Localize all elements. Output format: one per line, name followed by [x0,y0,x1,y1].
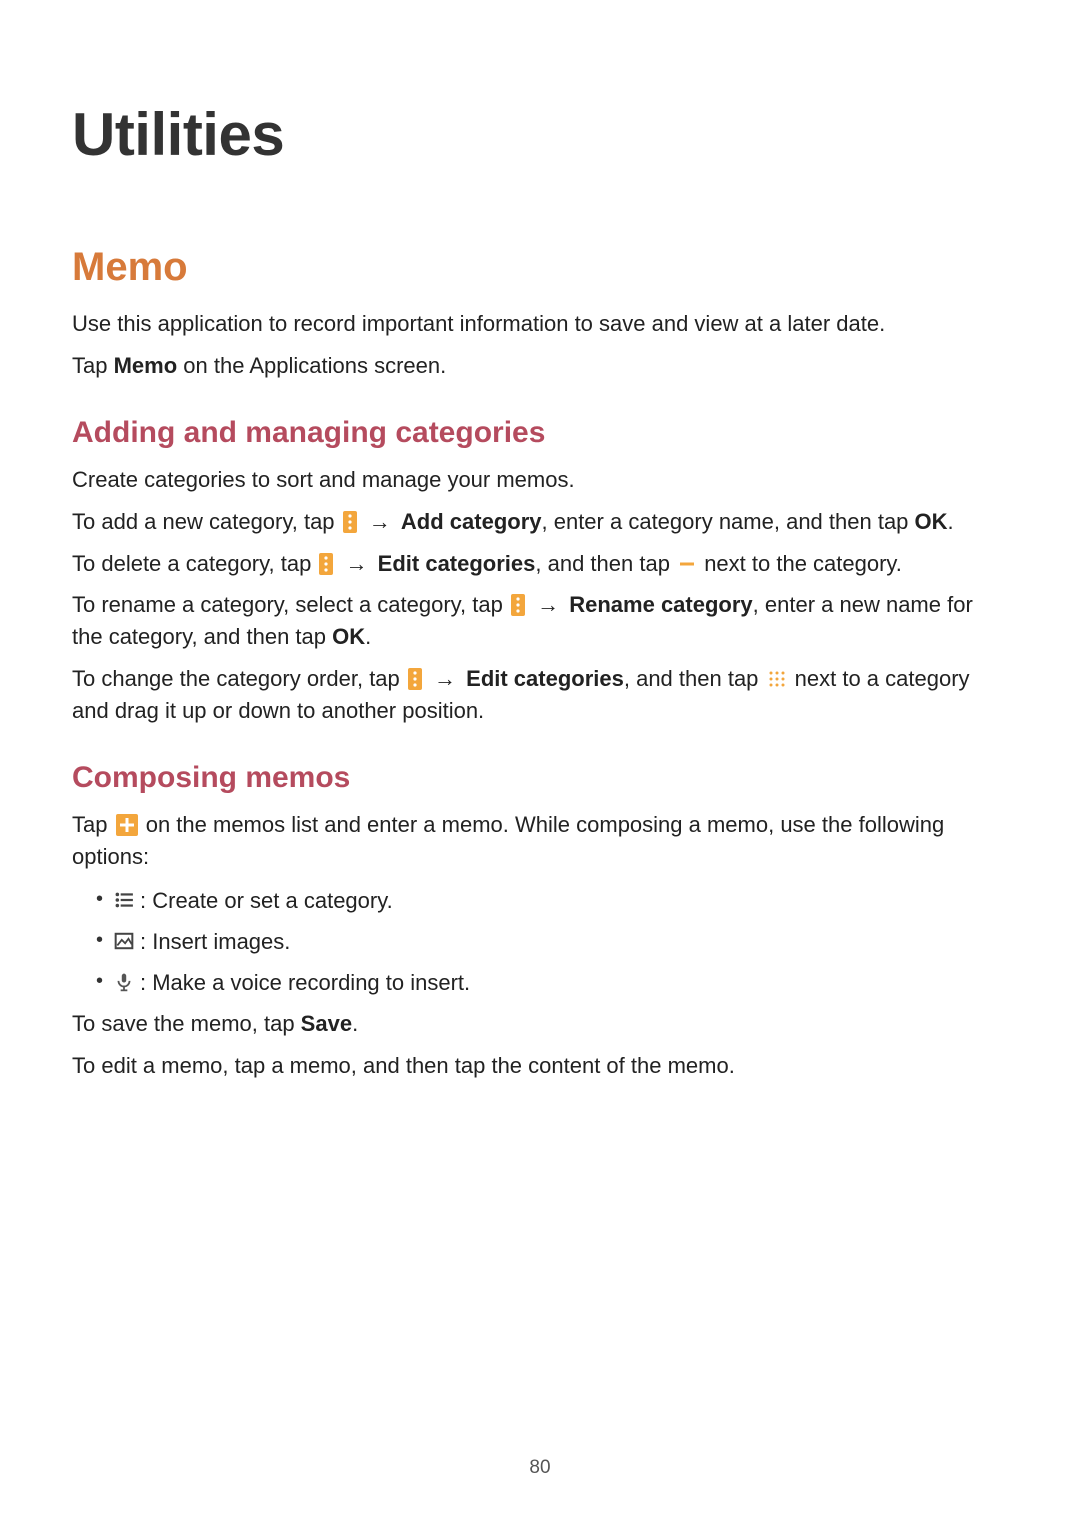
text-fragment: To rename a category, select a category,… [72,592,509,617]
memo-intro-1: Use this application to record important… [72,308,1008,340]
more-menu-icon [408,668,422,690]
text-fragment: on the memos list and enter a memo. Whil… [72,812,944,869]
arrow-icon: → [537,589,559,621]
page-number: 80 [0,1457,1080,1479]
bold-ok: OK [915,509,948,534]
bold-ok: OK [332,624,365,649]
arrow-icon: → [434,663,456,695]
arrow-icon: → [346,548,368,580]
text-fragment: , enter a category name, and then tap [542,509,915,534]
list-item: : Create or set a category. [90,883,1008,918]
categories-p4: To rename a category, select a category,… [72,589,1008,653]
text-fragment: . [365,624,371,649]
composing-p1: Tap on the memos list and enter a memo. … [72,809,1008,873]
composing-bullet-list: : Create or set a category. : Insert ima… [72,883,1008,1001]
plus-icon [116,814,138,836]
memo-intro-2: Tap Memo on the Applications screen. [72,350,1008,382]
page-title: Utilities [72,100,1008,169]
text-fragment: To change the category order, tap [72,666,406,691]
composing-p2: To save the memo, tap Save. [72,1008,1008,1040]
text-fragment: . [352,1011,358,1036]
minus-icon [678,555,696,573]
more-menu-icon [343,511,357,533]
text-fragment: , and then tap [624,666,765,691]
text-fragment: To save the memo, tap [72,1011,301,1036]
bold-add-category: Add category [401,509,542,534]
text-fragment: , and then tap [535,551,676,576]
bold-save: Save [301,1011,352,1036]
subheading-categories: Adding and managing categories [72,416,1008,450]
arrow-icon: → [369,506,391,538]
document-page: Utilities Memo Use this application to r… [0,0,1080,1527]
bold-memo: Memo [114,353,178,378]
bold-edit-categories: Edit categories [378,551,536,576]
composing-p3: To edit a memo, tap a memo, and then tap… [72,1050,1008,1082]
bullet-text: : Create or set a category. [140,888,393,913]
text-fragment: next to the category. [704,551,902,576]
bullet-text: : Insert images. [140,929,290,954]
text-fragment: To delete a category, tap [72,551,317,576]
text-fragment: . [948,509,954,534]
subheading-composing: Composing memos [72,761,1008,795]
text-fragment: To add a new category, tap [72,509,341,534]
microphone-icon [114,972,134,992]
section-heading-memo: Memo [72,245,1008,290]
categories-p2: To add a new category, tap → Add categor… [72,506,1008,538]
category-list-icon [114,890,134,910]
more-menu-icon [319,553,333,575]
list-item: : Make a voice recording to insert. [90,965,1008,1000]
text-fragment: Tap [72,353,114,378]
text-fragment: Tap [72,812,114,837]
bullet-text: : Make a voice recording to insert. [140,970,470,995]
list-item: : Insert images. [90,924,1008,959]
drag-grid-icon [767,669,787,689]
bold-rename-category: Rename category [569,592,752,617]
categories-p3: To delete a category, tap → Edit categor… [72,548,1008,580]
categories-p5: To change the category order, tap → Edit… [72,663,1008,727]
categories-p1: Create categories to sort and manage you… [72,464,1008,496]
image-icon [114,931,134,951]
text-fragment: on the Applications screen. [177,353,446,378]
bold-edit-categories: Edit categories [466,666,624,691]
more-menu-icon [511,594,525,616]
